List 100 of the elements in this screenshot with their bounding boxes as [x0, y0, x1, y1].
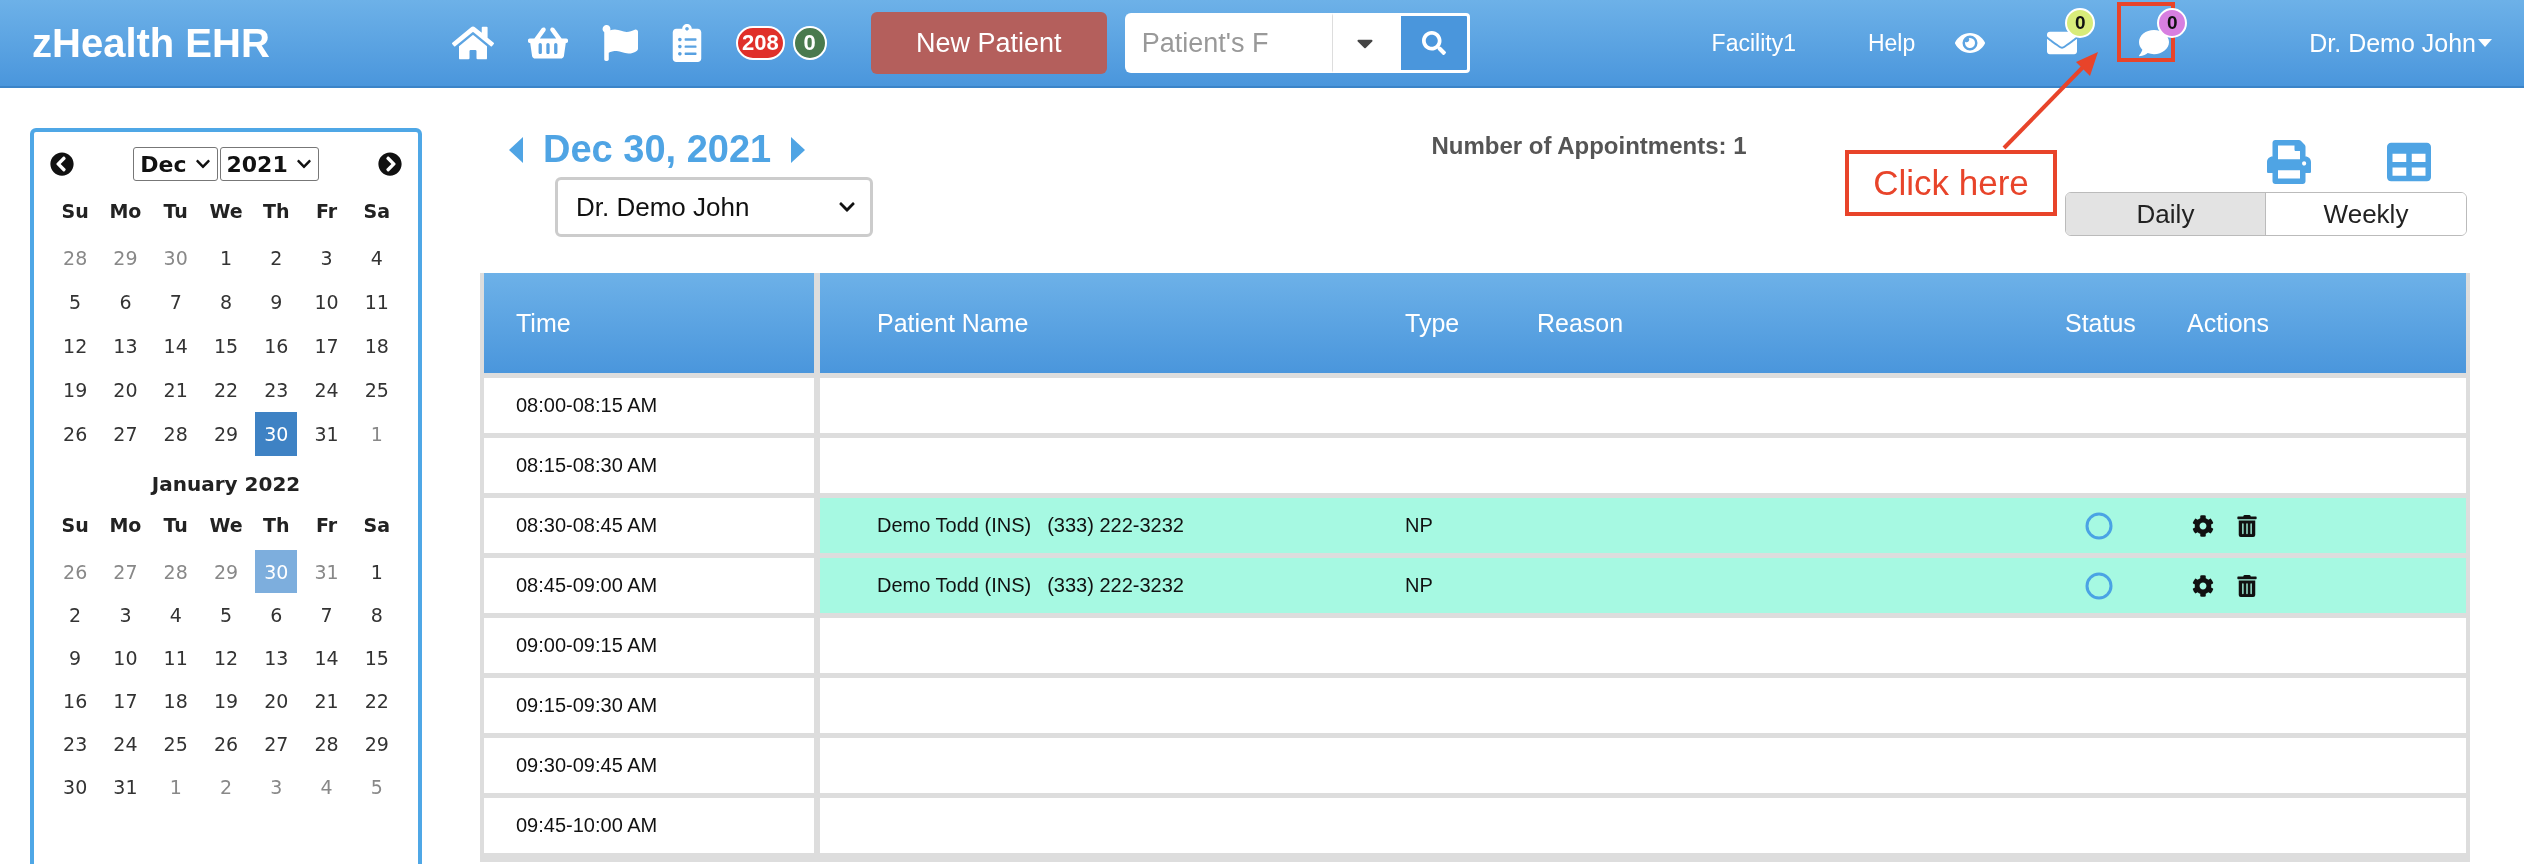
calendar-day[interactable]: 25 [154, 722, 197, 765]
settings-icon[interactable] [2192, 574, 2214, 597]
trash-icon[interactable] [2236, 514, 2258, 537]
calendar-day[interactable]: 7 [305, 593, 348, 636]
calendar-day[interactable]: 21 [154, 368, 197, 412]
calendar-day[interactable]: 29 [104, 236, 147, 280]
calendar-day[interactable]: 13 [104, 324, 147, 368]
calendar-day[interactable]: 3 [104, 593, 147, 636]
calendar-day[interactable]: 23 [255, 368, 298, 412]
calendar-day[interactable]: 3 [255, 765, 298, 808]
status-circle-icon[interactable] [2085, 571, 2113, 600]
calendar-day[interactable]: 28 [305, 722, 348, 765]
calendar-day[interactable]: 28 [154, 550, 197, 593]
year-select[interactable]: 2021 [219, 147, 319, 181]
settings-icon[interactable] [2192, 514, 2214, 537]
calendar-day[interactable]: 28 [154, 412, 197, 456]
calendar-day[interactable]: 19 [204, 679, 248, 722]
calendar-day[interactable]: 5 [204, 593, 248, 636]
calendar-day[interactable]: 1 [355, 550, 398, 593]
calendar-day[interactable]: 6 [255, 593, 298, 636]
calendar-day[interactable]: 12 [204, 636, 248, 679]
view-tab[interactable]: Daily [2066, 193, 2266, 235]
calendar-day[interactable]: 5 [355, 765, 398, 808]
calendar-day[interactable]: 21 [305, 679, 348, 722]
calendar-day[interactable]: 12 [54, 324, 97, 368]
calendar-day[interactable]: 2 [54, 593, 97, 636]
calendar-day[interactable]: 6 [104, 280, 147, 324]
calendar-day[interactable]: 7 [154, 280, 197, 324]
calendar-day[interactable]: 23 [54, 722, 97, 765]
calendar-day[interactable]: 4 [355, 236, 398, 280]
calendar-day[interactable]: 1 [355, 412, 398, 456]
calendar-day[interactable]: 14 [305, 636, 348, 679]
count-badge[interactable]: 208 [736, 26, 785, 60]
calendar-day[interactable]: 20 [104, 368, 147, 412]
calendar-day[interactable]: 30 [54, 765, 97, 808]
calendar-day[interactable]: 9 [54, 636, 97, 679]
month-select[interactable]: Dec [133, 147, 218, 181]
calendar-day[interactable]: 9 [255, 280, 298, 324]
calendar-day[interactable]: 16 [54, 679, 97, 722]
calendar-day[interactable]: 31 [104, 765, 147, 808]
table-icon[interactable] [2387, 140, 2431, 184]
trash-icon[interactable] [2236, 574, 2258, 597]
calendar-day[interactable]: 4 [154, 593, 197, 636]
calendar-day[interactable]: 20 [255, 679, 298, 722]
calendar-day[interactable]: 1 [154, 765, 197, 808]
calendar-day[interactable]: 25 [355, 368, 398, 412]
calendar-day[interactable]: 30 [255, 412, 298, 456]
calendar-day[interactable]: 27 [255, 722, 298, 765]
calendar-day[interactable]: 14 [154, 324, 197, 368]
calendar-day[interactable]: 3 [305, 236, 348, 280]
calendar-day[interactable]: 27 [104, 412, 147, 456]
calendar-day[interactable]: 29 [204, 412, 248, 456]
calendar-day[interactable]: 18 [154, 679, 197, 722]
calendar-day[interactable]: 17 [305, 324, 348, 368]
chat-icon[interactable] [2139, 28, 2170, 58]
calendar-day[interactable]: 15 [204, 324, 248, 368]
calendar-day[interactable]: 24 [104, 722, 147, 765]
calendar-day[interactable]: 16 [255, 324, 298, 368]
count-badge[interactable]: 0 [792, 26, 827, 60]
new-patient-button[interactable]: New Patient [870, 12, 1107, 74]
patient-search-field[interactable]: Patient's F [1124, 13, 1332, 73]
calendar-day[interactable]: 2 [255, 236, 298, 280]
calendar-day[interactable]: 17 [104, 679, 147, 722]
calendar-day[interactable]: 13 [255, 636, 298, 679]
calendar-day[interactable]: 26 [54, 412, 97, 456]
calendar-day[interactable]: 2 [204, 765, 248, 808]
calendar-day[interactable]: 18 [355, 324, 398, 368]
calendar-day[interactable]: 30 [154, 236, 197, 280]
calendar-day[interactable]: 31 [305, 412, 348, 456]
calendar-day[interactable]: 19 [54, 368, 97, 412]
print-icon[interactable] [2267, 140, 2311, 184]
calendar-day[interactable]: 1 [204, 236, 248, 280]
calendar-day[interactable]: 22 [204, 368, 248, 412]
previous-day-button[interactable] [509, 136, 523, 163]
calendar-day[interactable]: 10 [104, 636, 147, 679]
calendar-day[interactable]: 8 [355, 593, 398, 636]
calendar-day[interactable]: 26 [54, 550, 97, 593]
previous-icon[interactable] [50, 152, 74, 176]
flag-icon[interactable] [602, 25, 638, 61]
calendar-day[interactable]: 8 [204, 280, 248, 324]
status-circle-icon[interactable] [2085, 511, 2113, 540]
calendar-day[interactable]: 11 [154, 636, 197, 679]
calendar-day[interactable]: 28 [54, 236, 97, 280]
appointment-row[interactable]: Demo Todd (INS) (333) 222-3232 NP [820, 558, 2466, 613]
search-button[interactable] [1397, 13, 1470, 73]
calendar-day[interactable]: 11 [355, 280, 398, 324]
calendar-day[interactable]: 5 [54, 280, 97, 324]
calendar-day[interactable]: 15 [355, 636, 398, 679]
calendar-day[interactable]: 4 [305, 765, 348, 808]
next-icon[interactable] [378, 152, 402, 176]
calendar-day[interactable]: 31 [305, 550, 348, 593]
appointment-row[interactable]: Demo Todd (INS) (333) 222-3232 NP [820, 498, 2466, 553]
calendar-day[interactable]: 10 [305, 280, 348, 324]
next-day-button[interactable] [791, 136, 806, 163]
calendar-day[interactable]: 29 [355, 722, 398, 765]
calendar-day[interactable]: 22 [355, 679, 398, 722]
calendar-day[interactable]: 26 [204, 722, 248, 765]
calendar-day[interactable]: 29 [204, 550, 248, 593]
calendar-day[interactable]: 27 [104, 550, 147, 593]
calendar-day[interactable]: 24 [305, 368, 348, 412]
